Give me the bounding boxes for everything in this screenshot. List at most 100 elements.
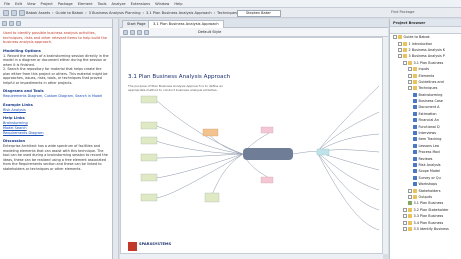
breadcrumb-item[interactable]: Guide to Babok [56, 11, 84, 15]
forward-icon[interactable] [11, 10, 17, 16]
expand-icon[interactable] [408, 194, 412, 199]
tree-item-label: 3.5 Identify Business [413, 226, 449, 231]
tree-item-label: Financial An [418, 118, 439, 123]
help-links-heading: Help Links [3, 116, 25, 121]
element-icon [413, 175, 417, 180]
tree-item-label: Functional D [418, 124, 440, 129]
breadcrumb-item[interactable]: Techniques [217, 11, 237, 15]
expand-icon[interactable] [403, 214, 407, 219]
folder-icon [413, 194, 417, 199]
breadcrumb-item[interactable]: 3 Business Analysis Planning [89, 11, 141, 15]
expand-icon[interactable] [398, 41, 402, 46]
diagram-toolbar: Default Style [120, 28, 388, 37]
menu-tools[interactable]: Tools [98, 2, 107, 6]
tree-item-label: Guide to Babok [403, 35, 430, 40]
user-name: Stephen Baker [246, 10, 271, 15]
menu-analyze[interactable]: Analyze [111, 2, 125, 6]
element-icon [413, 150, 417, 155]
main-toolbar: Babok Assets › Guide to Babok › 3 Business A… [0, 8, 461, 18]
expand-icon[interactable] [408, 73, 412, 78]
breadcrumb-separator: › [142, 11, 144, 15]
tree-item-label: 3.3 Plan Business [413, 214, 444, 219]
project-browser-title: Project Browser [390, 19, 461, 27]
expand-icon[interactable] [393, 35, 397, 40]
tree-item-label: Scope Model [418, 169, 441, 174]
project-browser-toolbar [390, 27, 461, 34]
find-package-label[interactable]: Find Package [391, 10, 414, 14]
expand-icon[interactable] [398, 54, 402, 59]
tree-item-label: Risk Analysis [418, 163, 441, 167]
link-requirements-diagram[interactable]: Requirements Diagram [3, 131, 109, 136]
element-icon [413, 137, 417, 142]
element-icon [413, 105, 417, 110]
menu-bar: File Edit View Project Package Element Tools An… [0, 0, 461, 8]
vertical-scrollbar[interactable] [383, 37, 388, 254]
element-icon [413, 99, 417, 104]
folder-icon [413, 79, 417, 84]
tree-item-label: 3.4 Plan Business [413, 220, 444, 225]
tree-item[interactable]: 3.5 Identify Business [390, 226, 461, 232]
folder-icon [413, 73, 417, 78]
print-icon[interactable] [137, 29, 142, 35]
folder-icon [413, 86, 417, 91]
menu-view[interactable]: View [27, 2, 36, 6]
folder-icon [403, 41, 407, 46]
element-icon [413, 118, 417, 123]
link-risk-analysis[interactable]: Risk Analysis [3, 108, 109, 113]
tab-start-page[interactable]: Start Page [122, 20, 151, 28]
menu-file[interactable]: File [4, 2, 10, 6]
breadcrumb: Babok Assets › Guide to Babok › 3 Business A… [26, 10, 237, 16]
horizontal-scrollbar[interactable] [120, 254, 383, 259]
tree-item-label: Brainstorming [418, 92, 443, 97]
italic-icon[interactable] [9, 20, 14, 26]
toolbox-strip[interactable] [113, 19, 119, 259]
modeling-item-2: 2. Search the repository for material th… [3, 67, 108, 85]
style-selector[interactable]: Default Style [198, 30, 221, 34]
element-icon [413, 169, 417, 174]
tab-plan-ba-approach[interactable]: 3.1 Plan Business Analysis Approach [148, 20, 224, 28]
center-topic [243, 148, 293, 160]
expand-icon[interactable] [403, 60, 407, 65]
sparx-brand: SPARXSYSTEMS [139, 242, 172, 246]
breadcrumb-item[interactable]: 3.1 Plan Business Analysis Approach [146, 11, 212, 15]
example-links-heading: Example Links [3, 102, 33, 107]
menu-extensions[interactable]: Extensions [131, 2, 151, 6]
save-icon[interactable] [123, 29, 128, 35]
tree-item-label: Techniques [418, 86, 438, 91]
back-icon[interactable] [3, 10, 9, 16]
menu-window[interactable]: Window [155, 2, 169, 6]
expand-icon[interactable] [398, 47, 402, 52]
zoom-icon[interactable] [130, 29, 135, 35]
tree-item-label: Guidelines and [418, 79, 444, 84]
underline-icon[interactable] [16, 20, 21, 26]
discussion-text: Enterprise Architect has a wide spectrum… [3, 144, 108, 171]
expand-icon[interactable] [408, 188, 412, 193]
document-tabs: Start Page 3.1 Plan Business Analysis Ap… [120, 19, 388, 28]
folder-icon [413, 67, 417, 72]
expand-icon[interactable] [408, 67, 412, 72]
menu-package[interactable]: Package [58, 2, 73, 6]
menu-edit[interactable]: Edit [15, 2, 22, 6]
diagrams-text[interactable]: Requirements Diagram, Custom Diagram, Se… [3, 94, 109, 99]
breadcrumb-item[interactable]: Babok Assets [26, 11, 50, 15]
diagram-canvas[interactable]: 3.1 Plan Business Analysis Approach The … [120, 37, 383, 254]
folder-icon [398, 35, 402, 40]
expand-icon[interactable] [403, 226, 407, 231]
expand-icon[interactable] [403, 207, 407, 212]
expand-icon[interactable] [408, 86, 412, 91]
breadcrumb-separator: › [52, 11, 54, 15]
layout-icon[interactable] [144, 29, 149, 35]
modeling-heading: Modelling Options [3, 48, 41, 53]
menu-element[interactable]: Element [78, 2, 93, 6]
tree-item-label: Estimation [418, 111, 437, 116]
menu-help[interactable]: Help [174, 2, 182, 6]
home-icon[interactable] [19, 10, 25, 16]
expand-icon[interactable] [403, 220, 407, 225]
modeling-item-1: 1. Record the results of a brainstorming… [3, 53, 109, 67]
menu-project[interactable]: Project [41, 2, 53, 6]
user-combo[interactable]: Stephen Baker [237, 9, 281, 17]
expand-icon[interactable] [408, 79, 412, 84]
mind-map [128, 85, 380, 251]
bold-icon[interactable] [2, 20, 7, 26]
tree-item-label: Lessons Lea [418, 143, 440, 148]
